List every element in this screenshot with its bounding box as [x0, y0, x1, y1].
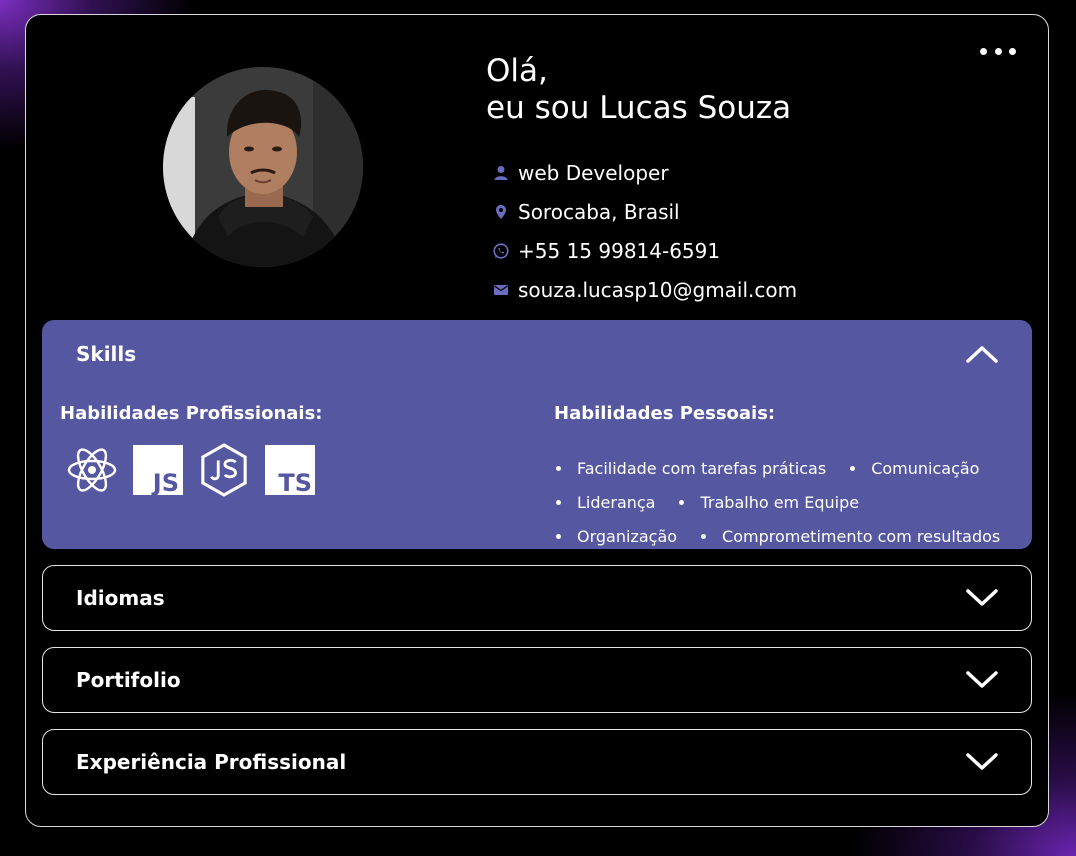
ts-label: TS [278, 469, 312, 495]
info-phone[interactable]: +55 15 99814-6591 [492, 231, 797, 270]
avatar [163, 67, 363, 267]
list-item: Facilidade com tarefas práticas [556, 451, 826, 485]
more-options-icon[interactable] [980, 43, 1016, 59]
portfolio-title: Portifolio [76, 668, 181, 692]
info-role: web Developer [492, 153, 797, 192]
list-item: Liderança [556, 485, 655, 519]
role-text: web Developer [518, 160, 669, 185]
whatsapp-icon [492, 242, 510, 260]
skills-header[interactable]: Skills [43, 321, 1031, 387]
phone-text: +55 15 99814-6591 [518, 238, 721, 263]
idiomas-section: Idiomas [42, 565, 1032, 631]
chevron-up-icon[interactable] [965, 344, 999, 364]
mail-icon [492, 281, 510, 299]
dot [994, 47, 1002, 55]
personal-skills: Facilidade com tarefas práticas Comunica… [556, 451, 1026, 553]
dot [1009, 47, 1016, 55]
list-item: Comprometimento com resultados [701, 519, 1000, 553]
react-logo-icon [67, 445, 117, 495]
info-email[interactable]: souza.lucasp10@gmail.com [492, 270, 797, 309]
location-text: Sorocaba, Brasil [518, 199, 680, 224]
email-text: souza.lucasp10@gmail.com [518, 277, 798, 302]
location-pin-icon [492, 203, 510, 221]
list-item: Organização [556, 519, 677, 553]
experiencia-header[interactable]: Experiência Profissional [43, 730, 1031, 794]
experiencia-section: Experiência Profissional [42, 729, 1032, 795]
greeting-line-2: eu sou Lucas Souza [486, 90, 792, 126]
nodejs-logo-icon [199, 443, 249, 497]
info-location: Sorocaba, Brasil [492, 192, 797, 231]
dot [980, 47, 987, 55]
js-label: JS [151, 469, 179, 495]
chevron-down-icon[interactable] [965, 588, 999, 608]
list-item: Trabalho em Equipe [679, 485, 859, 519]
experiencia-title: Experiência Profissional [76, 750, 347, 774]
portfolio-section: Portifolio [42, 647, 1032, 713]
professional-skills-logos: JS TS [67, 443, 331, 497]
chevron-down-icon[interactable] [965, 670, 999, 690]
greeting-line-1: Olá, [486, 53, 548, 89]
javascript-logo-icon: JS [133, 445, 183, 495]
contact-info-list: web Developer Sorocaba, Brasil +55 15 99… [492, 153, 797, 309]
idiomas-title: Idiomas [76, 586, 165, 610]
typescript-logo-icon: TS [265, 445, 315, 495]
chevron-down-icon[interactable] [965, 752, 999, 772]
profile-photo [163, 67, 363, 267]
profile-card: Olá, eu sou Lucas Souza web Developer So… [25, 14, 1049, 827]
skills-section: Skills Habilidades Profissionais: JS TS … [42, 320, 1032, 549]
professional-skills-title: Habilidades Profissionais: [60, 403, 323, 424]
idiomas-header[interactable]: Idiomas [43, 566, 1031, 630]
personal-skills-list: Facilidade com tarefas práticas Comunica… [556, 451, 1026, 553]
person-icon [492, 164, 510, 182]
greeting: Olá, eu sou Lucas Souza [486, 53, 791, 127]
skills-title: Skills [76, 342, 137, 366]
list-item: Comunicação [850, 451, 979, 485]
personal-skills-title: Habilidades Pessoais: [554, 403, 776, 424]
portfolio-header[interactable]: Portifolio [43, 648, 1031, 712]
